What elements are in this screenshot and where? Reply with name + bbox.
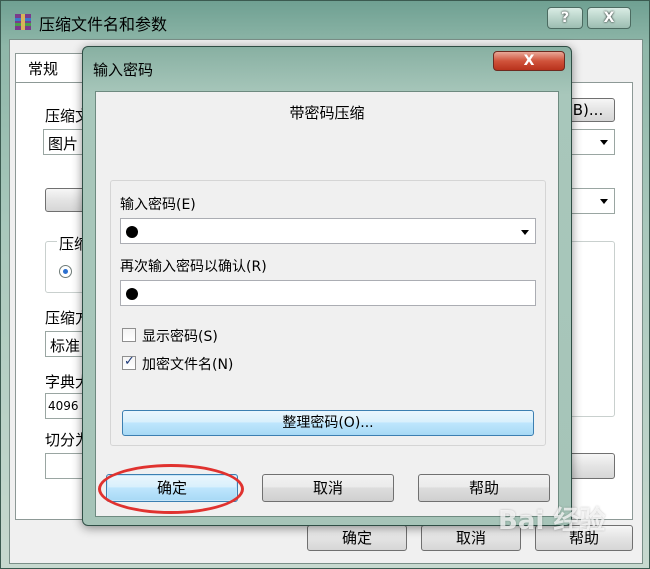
tab-general[interactable]: 常规 xyxy=(15,53,87,83)
close-window-button[interactable]: X xyxy=(587,7,631,29)
enter-password-field[interactable] xyxy=(120,218,536,244)
help-title-button[interactable]: ? xyxy=(547,7,583,29)
dialog-help-button[interactable]: 帮助 xyxy=(418,474,550,502)
password-mask-dot xyxy=(126,226,138,238)
dialog-cancel-button[interactable]: 取消 xyxy=(262,474,394,502)
archive-name-value: 图片 xyxy=(48,135,79,153)
dialog-heading: 带密码压缩 xyxy=(289,104,365,122)
enter-password-label: 输入密码(E) xyxy=(120,197,196,213)
show-password-label: 显示密码(S) xyxy=(142,329,218,345)
encrypt-filenames-checkbox[interactable]: ✓ xyxy=(122,354,136,370)
organize-passwords-button[interactable]: 整理密码(O)... xyxy=(122,410,534,436)
ok-button[interactable]: 确定 xyxy=(307,525,407,551)
dictionary-size-value: 4096 xyxy=(48,399,79,413)
baidu-jingyan-watermark: Bai 经验 xyxy=(498,506,606,536)
window-title: 压缩文件名和参数 xyxy=(39,15,168,34)
chevron-down-icon xyxy=(600,140,608,145)
dialog-close-button[interactable]: X xyxy=(493,51,565,71)
reenter-password-label: 再次输入密码以确认(R) xyxy=(120,259,267,275)
format-rar-radio[interactable] xyxy=(59,265,72,278)
chevron-down-icon[interactable] xyxy=(521,230,529,235)
reenter-password-field[interactable] xyxy=(120,280,536,306)
winrar-app-icon xyxy=(15,14,31,30)
chevron-down-icon xyxy=(600,199,608,204)
checkmark-icon: ✓ xyxy=(124,354,135,369)
ok-button-highlight-annotation xyxy=(98,464,244,514)
password-mask-dot xyxy=(126,288,138,300)
encrypt-filenames-label: 加密文件名(N) xyxy=(142,357,234,373)
show-password-checkbox[interactable] xyxy=(122,328,136,342)
dialog-title: 输入密码 xyxy=(93,61,154,79)
compression-method-value: 标准 xyxy=(50,337,81,355)
